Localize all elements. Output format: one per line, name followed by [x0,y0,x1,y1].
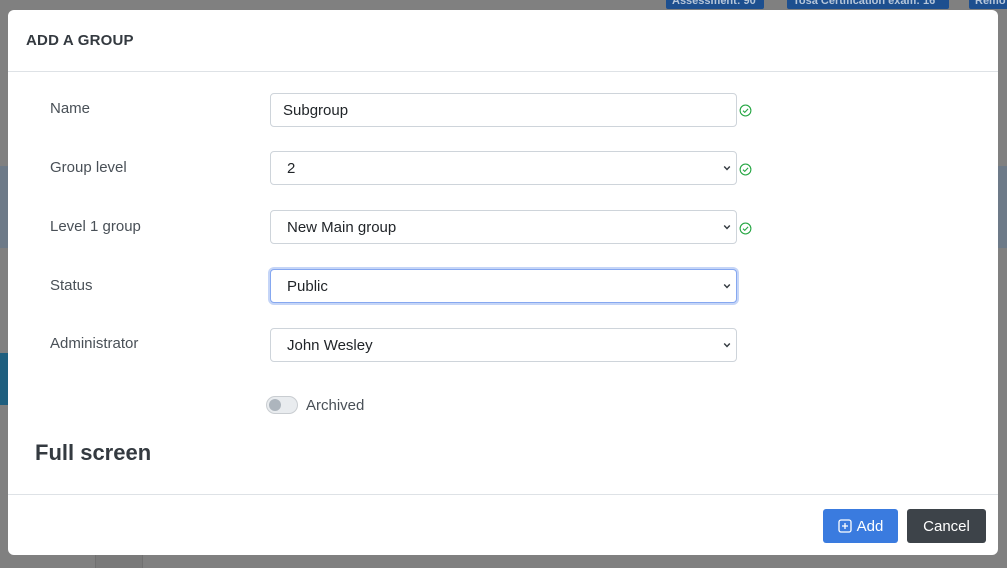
archived-toggle[interactable] [266,396,298,414]
status-value: Public [287,277,328,295]
chevron-down-icon [723,284,731,289]
cancel-button[interactable]: Cancel [907,509,986,543]
toggle-knob [269,399,281,411]
administrator-label: Administrator [50,335,139,352]
full-screen-heading: Full screen [35,440,152,465]
name-input-value: Subgroup [283,101,349,119]
modal-footer: Add Cancel [8,494,998,555]
modal-header: ADD A GROUP [8,10,998,72]
add-button[interactable]: Add [823,509,898,543]
valid-check-icon [739,163,752,176]
background-badge: Remo [969,0,1007,9]
valid-check-icon [739,222,752,235]
level1-group-label: Level 1 group [50,218,141,235]
cancel-button-label: Cancel [923,517,970,535]
name-label: Name [50,100,91,117]
archived-toggle-group: Archived [266,396,364,414]
group-level-value: 2 [287,159,296,177]
background-strip [0,353,8,405]
status-select[interactable]: Public [270,269,737,303]
administrator-select[interactable]: John Wesley [270,328,737,362]
plus-square-icon [837,519,852,533]
valid-check-icon [739,104,752,117]
chevron-down-icon [723,343,731,348]
add-group-modal: ADD A GROUP Name Subgroup Group level 2 … [8,10,998,555]
background-badge: Tosa Certification exam: 16 [787,0,949,9]
archived-label: Archived [306,396,365,414]
chevron-down-icon [723,225,731,230]
level1-group-value: New Main group [287,218,397,236]
background-badge: Assessment: 90 [666,0,764,9]
level1-group-select[interactable]: New Main group [270,210,737,244]
group-level-label: Group level [50,159,127,176]
name-input[interactable]: Subgroup [270,93,737,127]
group-level-select[interactable]: 2 [270,151,737,185]
administrator-value: John Wesley [287,336,373,354]
chevron-down-icon [723,166,731,171]
status-label: Status [50,277,93,294]
add-button-label: Add [856,517,884,535]
background-bottom-tab [95,555,143,568]
modal-title: ADD A GROUP [26,32,134,49]
